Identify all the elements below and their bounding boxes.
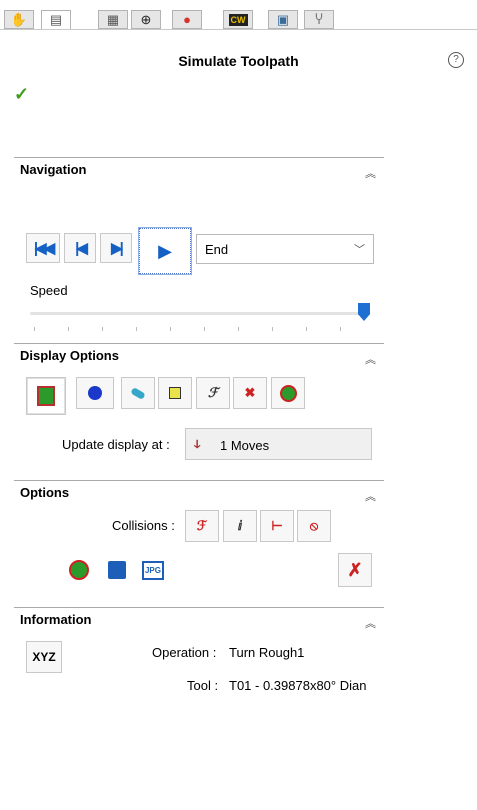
configuration-manager-tab[interactable]: ▦ [98, 10, 128, 29]
collision-display-button[interactable]: ✖ [233, 377, 267, 409]
information-heading[interactable]: Information [20, 612, 92, 627]
step-forward-button[interactable]: ▶| [100, 233, 132, 263]
tool-value: T01 - 0.39878x80° Dian [229, 678, 367, 693]
shank-collision-button[interactable]: ⊢ [260, 510, 294, 542]
toolpath-display-button[interactable] [271, 377, 305, 409]
speed-slider-track[interactable] [30, 312, 370, 315]
settings-icon: ✗ [347, 559, 363, 580]
help-icon[interactable]: ? [448, 52, 464, 68]
configuration-icon: ▦ [106, 11, 120, 27]
collision-icon: ✖ [244, 385, 256, 400]
settings-button[interactable]: ✗ [338, 553, 372, 587]
tool-display-button[interactable] [121, 377, 155, 409]
display-options-divider [14, 343, 384, 344]
moves-icon: ↆ [194, 437, 201, 451]
display-options-collapse-icon[interactable]: ︽ [365, 351, 376, 367]
appearance-icon: ● [183, 12, 191, 27]
feature-manager-tab[interactable]: ✋ [4, 10, 34, 29]
hand-icon: ✋ [10, 11, 28, 27]
speed-slider-thumb[interactable] [358, 303, 370, 321]
play-icon: ▶ [158, 240, 172, 261]
play-to-value: End [205, 242, 229, 257]
checkmark-icon[interactable]: ✓ [14, 84, 29, 105]
no-collision-button[interactable]: ⦸ [297, 510, 331, 542]
play-button[interactable]: ▶ [139, 228, 191, 274]
go-to-start-icon: |◀◀ [33, 240, 55, 257]
operation-tree-icon: ▣ [276, 11, 290, 27]
property-manager-icon: ▤ [49, 12, 63, 27]
step-back-icon: |◀ [75, 240, 88, 257]
holder-display-icon [169, 387, 181, 399]
go-to-start-button[interactable]: |◀◀ [26, 233, 60, 263]
tab-bar-divider [0, 29, 477, 30]
tool-tree-icon: Ⴤ [315, 11, 323, 27]
part-display-icon [37, 386, 55, 406]
tab-bar: ✋ ▤ ▦ ⊕ ● CW ▣ Ⴤ [0, 0, 477, 30]
holder-display-button[interactable] [158, 377, 192, 409]
tool-label: Tool : [187, 678, 219, 693]
xyz-label: XYZ [32, 650, 56, 664]
xyz-button[interactable]: XYZ [26, 641, 62, 673]
step-forward-icon: ▶| [111, 240, 124, 257]
speed-label: Speed [30, 283, 68, 298]
options-collapse-icon[interactable]: ︽ [365, 488, 376, 504]
compare-stock-icon [69, 560, 89, 580]
information-collapse-icon[interactable]: ︽ [365, 615, 376, 631]
options-divider [14, 480, 384, 481]
update-display-label: Update display at : [62, 437, 170, 452]
display-options-heading[interactable]: Display Options [20, 348, 119, 363]
update-display-button[interactable]: ↆ 1 Moves [185, 428, 372, 460]
save-stl-button[interactable] [100, 553, 134, 587]
tool-holder-icon: ℱ [207, 385, 219, 400]
operation-value: Turn Rough1 [229, 645, 305, 660]
shank-collision-icon: ⊢ [271, 518, 283, 533]
chevron-down-icon: ﹀ [354, 244, 365, 256]
information-divider [14, 607, 384, 608]
operation-label: Operation : [152, 645, 217, 660]
compare-stock-button[interactable] [62, 553, 96, 587]
save-jpg-icon: JPG [141, 560, 164, 580]
tool-display-icon [130, 386, 146, 400]
play-to-dropdown[interactable]: End ﹀ [196, 234, 374, 264]
tool-collision-icon: ℱ [196, 518, 208, 533]
step-back-button[interactable]: |◀ [64, 233, 96, 263]
cam-tool-tree-tab[interactable]: Ⴤ [304, 10, 334, 29]
cam-operation-tree-tab[interactable]: ▣ [268, 10, 298, 29]
save-stl-icon [108, 561, 126, 579]
update-display-value: 1 Moves [220, 438, 270, 453]
holder-collision-icon: ⅈ [237, 518, 243, 533]
cam-feature-tree-tab[interactable]: CW [223, 10, 253, 29]
toolpath-display-icon [279, 384, 297, 402]
tool-collision-button[interactable]: ℱ [185, 510, 219, 542]
navigation-collapse-icon[interactable]: ︽ [365, 165, 376, 181]
options-heading[interactable]: Options [20, 485, 69, 500]
crosshair-icon: ⊕ [140, 11, 152, 27]
save-jpg-button[interactable]: JPG [136, 553, 170, 587]
property-manager-tab[interactable]: ▤ [41, 10, 71, 30]
collisions-label: Collisions : [112, 518, 175, 533]
display-manager-tab[interactable]: ● [172, 10, 202, 29]
speed-slider-ticks [30, 327, 370, 331]
no-collision-icon: ⦸ [309, 518, 319, 533]
part-display-button[interactable] [26, 377, 66, 415]
stock-display-button[interactable] [76, 377, 114, 409]
navigation-heading[interactable]: Navigation [20, 162, 86, 177]
holder-collision-button[interactable]: ⅈ [223, 510, 257, 542]
panel-title: Simulate Toolpath [178, 53, 299, 69]
tool-holder-button[interactable]: ℱ [196, 377, 230, 409]
navigation-divider [14, 157, 384, 158]
dimxpert-tab[interactable]: ⊕ [131, 10, 161, 29]
cam-icon: CW [228, 13, 248, 26]
stock-display-icon [88, 386, 102, 400]
